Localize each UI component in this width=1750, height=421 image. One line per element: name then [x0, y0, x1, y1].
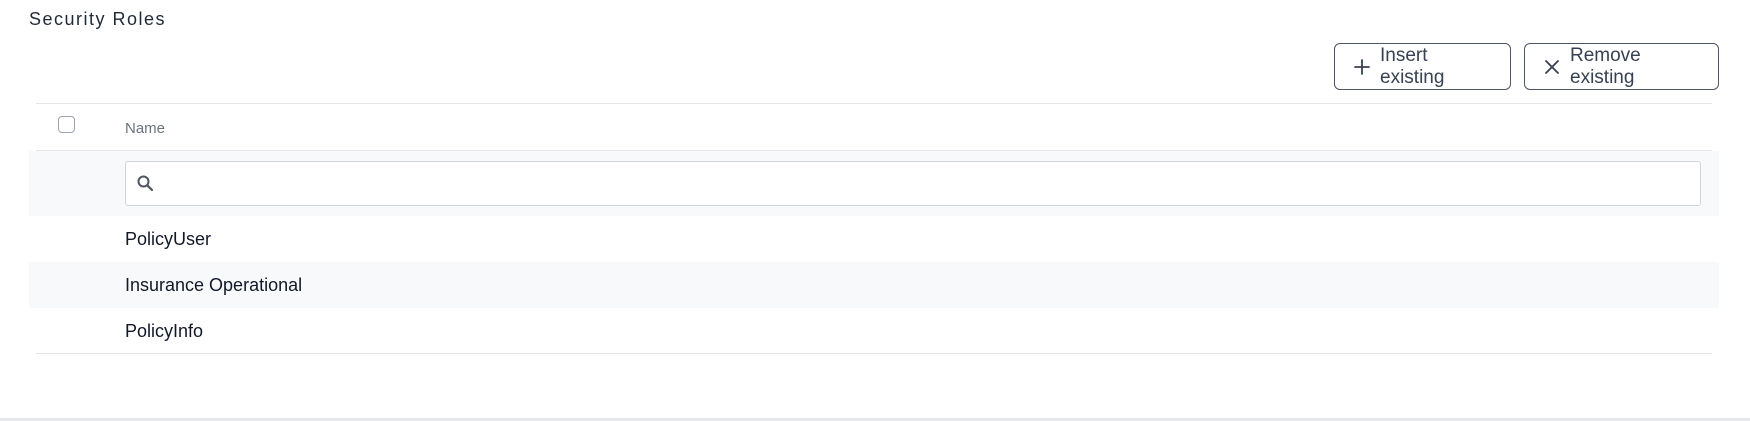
search-icon [136, 174, 154, 192]
name-filter-field[interactable] [125, 161, 1701, 207]
table-bottom-divider [36, 353, 1712, 354]
insert-existing-button[interactable]: Insert existing [1334, 43, 1511, 90]
role-name-cell: PolicyUser [125, 229, 212, 249]
insert-existing-label: Insert existing [1380, 44, 1445, 88]
role-name-cell: PolicyInfo [125, 321, 204, 341]
column-header-name[interactable]: Name [125, 120, 165, 137]
remove-existing-button[interactable]: Remove existing [1524, 43, 1719, 90]
section-title: Security Roles [29, 9, 167, 29]
plus-icon [1353, 58, 1371, 76]
table-row[interactable]: Insurance Operational [29, 262, 1719, 308]
security-roles-panel: Security Roles Insert existing Remove ex… [0, 0, 1750, 421]
close-icon [1543, 58, 1561, 76]
name-filter-input[interactable] [162, 162, 1696, 207]
table-row[interactable]: PolicyInfo [29, 308, 1719, 354]
filter-row [29, 151, 1719, 216]
select-all-checkbox[interactable] [58, 116, 75, 133]
table-header: Name [29, 104, 1719, 150]
table-row[interactable]: PolicyUser [29, 216, 1719, 262]
remove-existing-label: Remove existing [1570, 44, 1641, 88]
role-name-cell: Insurance Operational [125, 275, 303, 295]
